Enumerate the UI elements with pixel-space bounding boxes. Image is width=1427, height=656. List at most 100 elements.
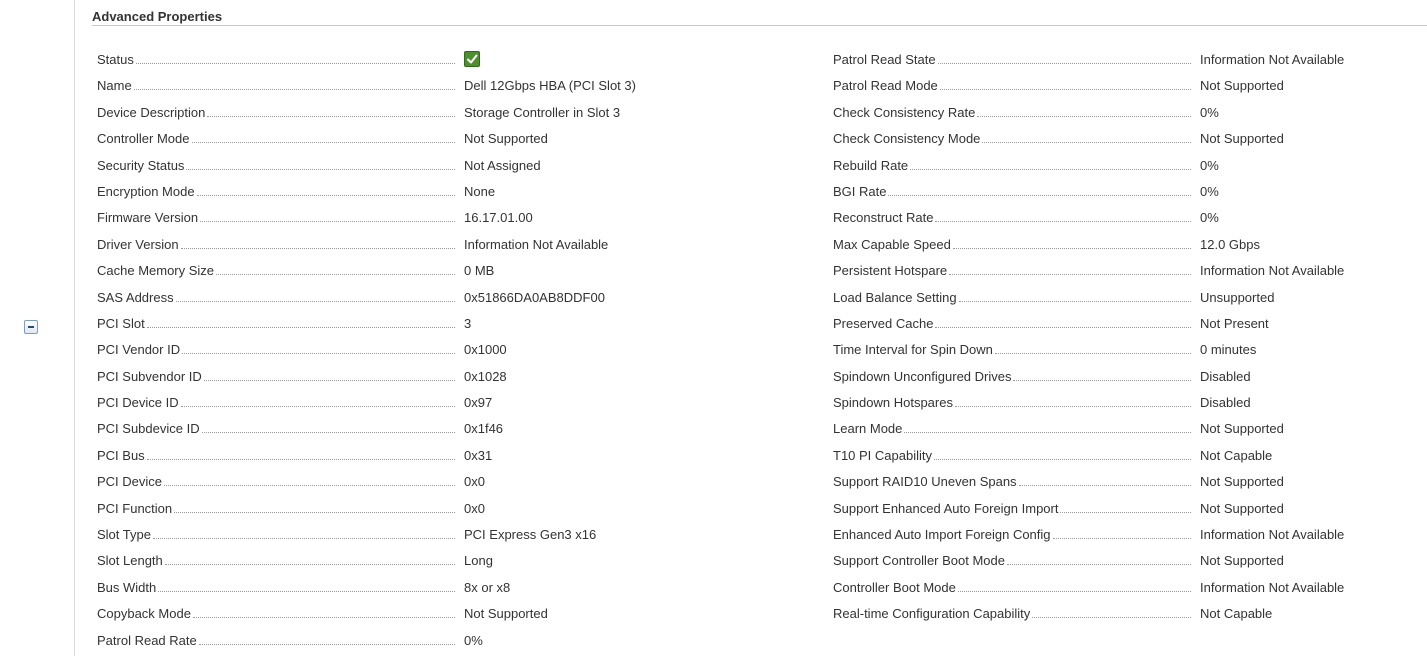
dotted-leader [180, 247, 455, 249]
property-label: Check Consistency Mode [833, 131, 981, 147]
property-label: BGI Rate [833, 183, 887, 199]
property-label: Bus Width [97, 579, 157, 595]
property-label: Reconstruct Rate [833, 210, 934, 226]
property-label: Check Consistency Rate [833, 104, 976, 120]
property-value: Disabled [1200, 368, 1251, 384]
property-label-row: PCI Subvendor ID [97, 364, 459, 390]
property-label-row: Patrol Read Mode [833, 73, 1195, 99]
property-label: Name [97, 78, 132, 94]
left-gutter [0, 0, 75, 656]
property-label-row: Spindown Hotspares [833, 390, 1195, 416]
property-value: 0x97 [464, 395, 493, 411]
property-label: Persistent Hotspare [833, 263, 948, 279]
property-value: Dell 12Gbps HBA (PCI Slot 3) [464, 78, 636, 94]
property-label-row: Preserved Cache [833, 311, 1195, 337]
property-label-row: Reconstruct Rate [833, 205, 1195, 231]
property-label-row: BGI Rate [833, 179, 1195, 205]
dotted-leader [174, 511, 455, 513]
property-value: 0x51866DA0AB8DDF00 [464, 289, 605, 305]
property-label: PCI Device [97, 474, 163, 490]
property-value: 0x1f46 [464, 421, 504, 437]
property-label: PCI Subdevice ID [97, 421, 200, 437]
property-label-row: Driver Version [97, 232, 459, 258]
property-label: Spindown Hotspares [833, 395, 953, 411]
property-value: Information Not Available [1200, 52, 1345, 67]
property-value: 0 MB [464, 263, 495, 279]
property-value: 0x0 [464, 474, 485, 490]
property-value: Not Supported [1200, 500, 1284, 516]
property-label-row: Name [97, 73, 459, 99]
property-label-row: Real-time Configuration Capability [833, 601, 1195, 627]
property-value: 8x or x8 [464, 579, 511, 595]
dotted-leader [994, 352, 1191, 355]
property-value: 0x1000 [464, 342, 507, 358]
dotted-leader [939, 88, 1191, 91]
property-label: PCI Slot [97, 315, 145, 331]
property-value: Not Supported [1200, 131, 1284, 147]
property-value: Not Supported [464, 606, 548, 622]
dotted-leader [191, 141, 455, 144]
status-ok-icon [464, 51, 480, 67]
property-label: Patrol Read State [833, 52, 936, 67]
dotted-leader [937, 62, 1191, 64]
property-label: Copyback Mode [97, 606, 191, 622]
dotted-leader [186, 168, 455, 170]
dotted-leader [164, 484, 455, 487]
dotted-leader [977, 115, 1191, 117]
property-label: PCI Bus [97, 447, 145, 463]
dotted-leader [949, 273, 1191, 276]
property-label: PCI Function [97, 500, 173, 516]
property-value: PCI Express Gen3 x16 [464, 527, 597, 543]
property-label-row: PCI Slot [97, 311, 459, 337]
property-value: 0x1028 [464, 368, 507, 384]
property-label: Spindown Unconfigured Drives [833, 368, 1012, 384]
dotted-leader [1013, 379, 1191, 381]
property-label-row: Slot Type [97, 522, 459, 548]
dotted-leader [1006, 563, 1191, 566]
dotted-leader [904, 431, 1191, 434]
dotted-leader [146, 458, 455, 460]
collapse-minus-icon[interactable] [24, 320, 38, 334]
dotted-leader [152, 537, 455, 540]
property-label-row: Support Controller Boot Mode [833, 548, 1195, 574]
property-label-row: Encryption Mode [97, 179, 459, 205]
dotted-leader [146, 326, 455, 328]
property-value: 0x0 [464, 500, 485, 516]
property-value: 3 [464, 315, 472, 331]
property-label-row: Load Balance Setting [833, 285, 1195, 311]
property-label: Learn Mode [833, 421, 903, 437]
property-label-row: Bus Width [97, 575, 459, 601]
property-label: PCI Device ID [97, 395, 179, 411]
property-value: 16.17.01.00 [464, 210, 533, 226]
property-label-row: Support Enhanced Auto Foreign Import [833, 496, 1195, 522]
property-label-row: Device Description [97, 100, 459, 126]
dotted-leader [888, 194, 1191, 196]
property-label-row: Controller Mode [97, 126, 459, 152]
property-label-row: Cache Memory Size [97, 258, 459, 284]
dotted-leader [180, 405, 455, 408]
dotted-leader [1060, 511, 1191, 513]
property-label: Device Description [97, 104, 206, 120]
property-value: 0 minutes [1200, 342, 1257, 358]
dotted-leader [164, 563, 455, 566]
property-label: Patrol Read Rate [97, 632, 197, 648]
property-value: Information Not Available [464, 236, 609, 252]
property-value: Not Supported [1200, 553, 1284, 569]
dotted-leader [957, 590, 1191, 592]
dotted-leader [133, 88, 455, 91]
section-header: Advanced Properties [92, 0, 1427, 26]
property-value: Long [464, 553, 493, 569]
property-value: Not Supported [464, 131, 548, 147]
property-value: 0% [1200, 210, 1219, 226]
property-label: Status [97, 52, 134, 67]
dotted-leader [158, 590, 455, 592]
property-value: 0x31 [464, 447, 493, 463]
property-label: Enhanced Auto Import Foreign Config [833, 527, 1051, 543]
dotted-leader [216, 273, 455, 276]
property-label: Max Capable Speed [833, 236, 951, 252]
dotted-leader [1052, 537, 1191, 540]
property-value: Not Supported [1200, 474, 1284, 490]
property-value: Not Supported [1200, 421, 1284, 437]
property-label-row: PCI Device ID [97, 390, 459, 416]
property-label: Real-time Configuration Capability [833, 606, 1031, 622]
